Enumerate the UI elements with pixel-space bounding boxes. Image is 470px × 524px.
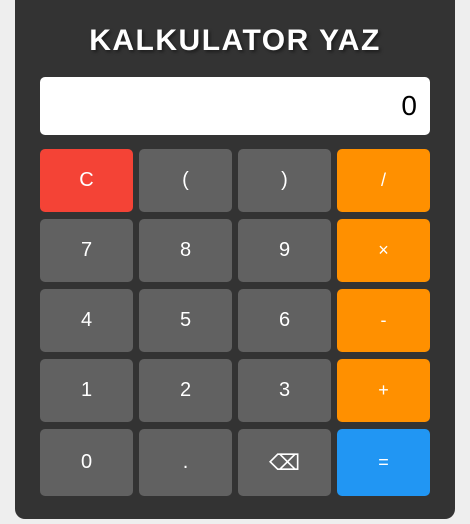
keypad: C ( ) / 7 8 9 × 4 5 6 - 1 2 3 + 0 . ⌫ =	[40, 149, 430, 496]
digit-1-button[interactable]: 1	[40, 359, 133, 422]
decimal-button[interactable]: .	[139, 429, 232, 496]
digit-2-button[interactable]: 2	[139, 359, 232, 422]
digit-9-button[interactable]: 9	[238, 219, 331, 282]
backspace-icon: ⌫	[268, 449, 301, 475]
divide-button[interactable]: /	[337, 149, 430, 212]
subtract-button[interactable]: -	[337, 289, 430, 352]
digit-0-button[interactable]: 0	[40, 429, 133, 496]
equals-button[interactable]: =	[337, 429, 430, 496]
digit-6-button[interactable]: 6	[238, 289, 331, 352]
digit-5-button[interactable]: 5	[139, 289, 232, 352]
digit-7-button[interactable]: 7	[40, 219, 133, 282]
digit-4-button[interactable]: 4	[40, 289, 133, 352]
add-button[interactable]: +	[337, 359, 430, 422]
app-title: KALKULATOR YAZ	[89, 24, 381, 57]
digit-3-button[interactable]: 3	[238, 359, 331, 422]
close-paren-button[interactable]: )	[238, 149, 331, 212]
digit-8-button[interactable]: 8	[139, 219, 232, 282]
calculator-panel: KALKULATOR YAZ 0 C ( ) / 7 8 9 × 4 5 6 -…	[15, 0, 455, 519]
backspace-button[interactable]: ⌫	[238, 429, 331, 496]
clear-button[interactable]: C	[40, 149, 133, 212]
open-paren-button[interactable]: (	[139, 149, 232, 212]
calculator-display: 0	[40, 77, 430, 135]
multiply-button[interactable]: ×	[337, 219, 430, 282]
